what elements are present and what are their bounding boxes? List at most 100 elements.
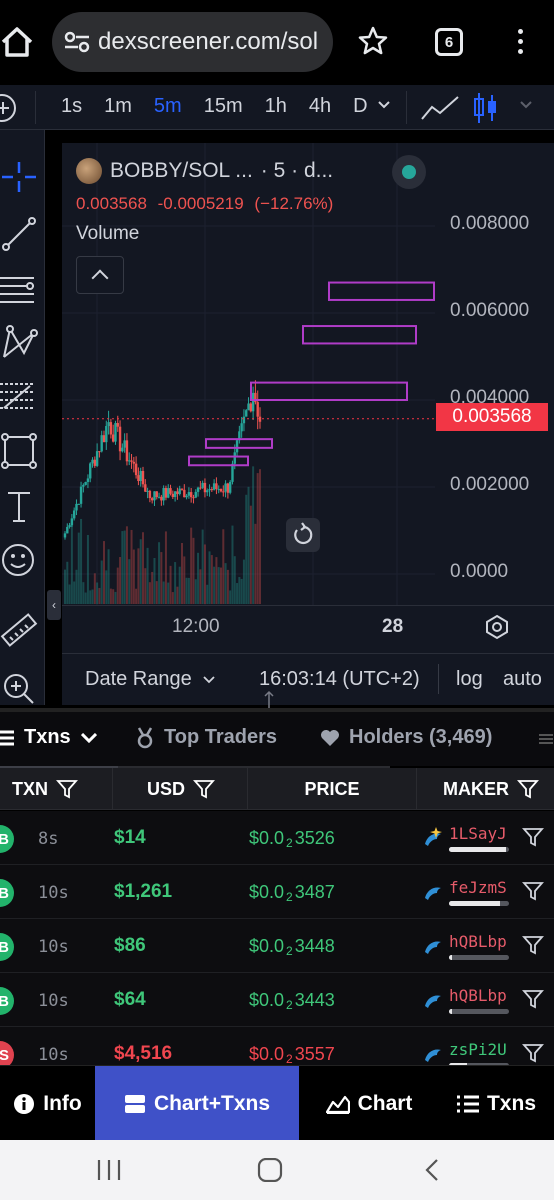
crosshair-icon[interactable]: [0, 158, 38, 196]
candle-body: [141, 470, 145, 485]
candle-body: [68, 525, 71, 527]
col-maker[interactable]: MAKER: [417, 768, 554, 810]
emoji-icon[interactable]: [0, 541, 38, 579]
chart-clock[interactable]: 16:03:14 (UTC+2): [259, 668, 420, 691]
filter-icon[interactable]: [522, 1043, 544, 1065]
chevron-down-icon[interactable]: [520, 101, 532, 109]
maker-address[interactable]: hQBLbp: [449, 932, 507, 951]
txn-price: $0.0 2 3557: [249, 1044, 335, 1065]
maker-address[interactable]: 1LSayJ: [449, 824, 507, 843]
price-axis[interactable]: 0.008000 0.006000 0.004000 0.002000 0.00…: [435, 143, 554, 605]
pattern-tool-icon[interactable]: [0, 323, 38, 361]
interval-15m[interactable]: 15m: [193, 95, 254, 118]
txn-row[interactable]: S 10s $4,516 $0.0 2 3557 zsPi2U: [0, 1027, 554, 1065]
filter-icon[interactable]: [522, 827, 544, 849]
interval-1h[interactable]: 1h: [254, 95, 298, 118]
price-digits: 3443: [294, 990, 335, 1010]
interval-5m[interactable]: 5m: [143, 95, 193, 118]
col-usd-label: USD: [147, 778, 186, 799]
maker-address[interactable]: zsPi2U: [449, 1040, 507, 1059]
chevron-down-icon[interactable]: [378, 101, 390, 109]
info-icon: [14, 1093, 35, 1114]
interval-1s[interactable]: 1s: [50, 95, 93, 118]
candlestick-icon[interactable]: [472, 91, 500, 125]
y-tick: 0.008000: [450, 213, 530, 234]
txn-row[interactable]: B 10s $64 $0.0 2 3443 hQBLbp: [0, 973, 554, 1027]
filter-icon[interactable]: [517, 779, 539, 799]
volume-bar: [160, 552, 163, 604]
text-tool-icon[interactable]: [0, 487, 38, 525]
trend-line-icon[interactable]: [0, 215, 38, 253]
volume-bar: [142, 532, 144, 604]
filter-icon[interactable]: [522, 935, 544, 957]
fib-retracement-icon[interactable]: [0, 378, 38, 416]
price-change: -0.0005219: [157, 194, 244, 213]
recent-apps-icon[interactable]: [96, 1158, 122, 1182]
nav-info[interactable]: Info: [0, 1066, 95, 1141]
volume-bar: [254, 523, 257, 604]
filter-icon[interactable]: [522, 989, 544, 1011]
candle-body: [242, 416, 246, 424]
maker-address[interactable]: feJzmS: [449, 878, 507, 897]
rectangle-tool-icon[interactable]: [0, 432, 38, 470]
nav-chart-txns[interactable]: Chart+Txns: [95, 1066, 299, 1141]
drawing-toolbar: [0, 130, 45, 705]
interval-1m[interactable]: 1m: [93, 95, 143, 118]
nav-chart[interactable]: Chart: [299, 1066, 439, 1141]
price-prefix: $0.0: [249, 1044, 285, 1064]
time-axis[interactable]: 12:00 28: [62, 605, 554, 645]
add-symbol-icon[interactable]: [0, 94, 16, 122]
col-usd[interactable]: USD: [113, 768, 248, 810]
tab-top-traders[interactable]: Top Traders: [135, 726, 277, 749]
nav-txns[interactable]: Txns: [439, 1066, 554, 1141]
site-settings-icon[interactable]: [64, 31, 90, 53]
reset-chart-icon[interactable]: [286, 518, 320, 552]
price-chart[interactable]: BOBBY/SOL ... · 5 · d... 0.003568 -0.000…: [62, 143, 554, 705]
volume-bar: [96, 582, 99, 604]
more-tabs-icon[interactable]: [539, 732, 553, 746]
line-chart-icon[interactable]: [420, 95, 460, 121]
dolphin-icon: [422, 881, 444, 903]
txn-row[interactable]: B 10s $1,261 $0.0 2 3487 feJzmS: [0, 865, 554, 919]
col-txn[interactable]: TXN: [0, 768, 113, 810]
tab-switcher-button[interactable]: 6: [435, 28, 463, 56]
filter-icon[interactable]: [56, 779, 78, 799]
collapse-legend-button[interactable]: [76, 256, 124, 294]
txn-row[interactable]: B 8s $14 $0.0 2 3526 1LSayJ: [0, 811, 554, 865]
col-price[interactable]: PRICE: [248, 768, 417, 810]
address-bar[interactable]: dexscreener.com/sol: [52, 12, 333, 72]
medal-icon: [137, 726, 153, 748]
txn-price: $0.0 2 3443: [249, 990, 335, 1012]
date-range-button[interactable]: Date Range: [85, 668, 215, 691]
zoom-in-icon[interactable]: [0, 668, 38, 706]
market-status-icon[interactable]: [392, 155, 426, 189]
tab-holders[interactable]: Holders (3,469): [320, 726, 492, 749]
back-icon[interactable]: [424, 1158, 440, 1182]
candle-body: [180, 488, 184, 490]
browser-menu-icon[interactable]: [512, 26, 528, 58]
ruler-icon[interactable]: [0, 612, 38, 650]
bookmark-star-icon[interactable]: [358, 26, 388, 56]
volume-bar: [181, 543, 183, 604]
interval-d[interactable]: D: [342, 95, 378, 118]
symbol-row[interactable]: BOBBY/SOL ... · 5 · d...: [76, 158, 339, 184]
x-tick: 28: [382, 616, 404, 637]
volume-bar: [229, 590, 232, 604]
col-maker-label: MAKER: [443, 778, 509, 799]
tab-txns[interactable]: Txns: [0, 726, 97, 749]
chart-settings-icon[interactable]: [484, 614, 510, 640]
filter-icon[interactable]: [522, 881, 544, 903]
home-icon[interactable]: [0, 22, 34, 62]
filter-icon[interactable]: [193, 779, 215, 799]
maker-address[interactable]: hQBLbp: [449, 986, 507, 1005]
auto-scale-toggle[interactable]: auto: [503, 668, 542, 691]
collapse-toolbar-button[interactable]: ‹: [47, 590, 61, 620]
interval-4h[interactable]: 4h: [298, 95, 342, 118]
horizontal-lines-icon[interactable]: [0, 270, 38, 308]
candle-body: [247, 403, 250, 411]
candle-body: [91, 459, 94, 464]
volume-bar: [222, 529, 225, 604]
home-nav-icon[interactable]: [257, 1158, 283, 1182]
log-scale-toggle[interactable]: log: [456, 668, 483, 691]
txn-row[interactable]: B 10s $86 $0.0 2 3448 hQBLbp: [0, 919, 554, 973]
